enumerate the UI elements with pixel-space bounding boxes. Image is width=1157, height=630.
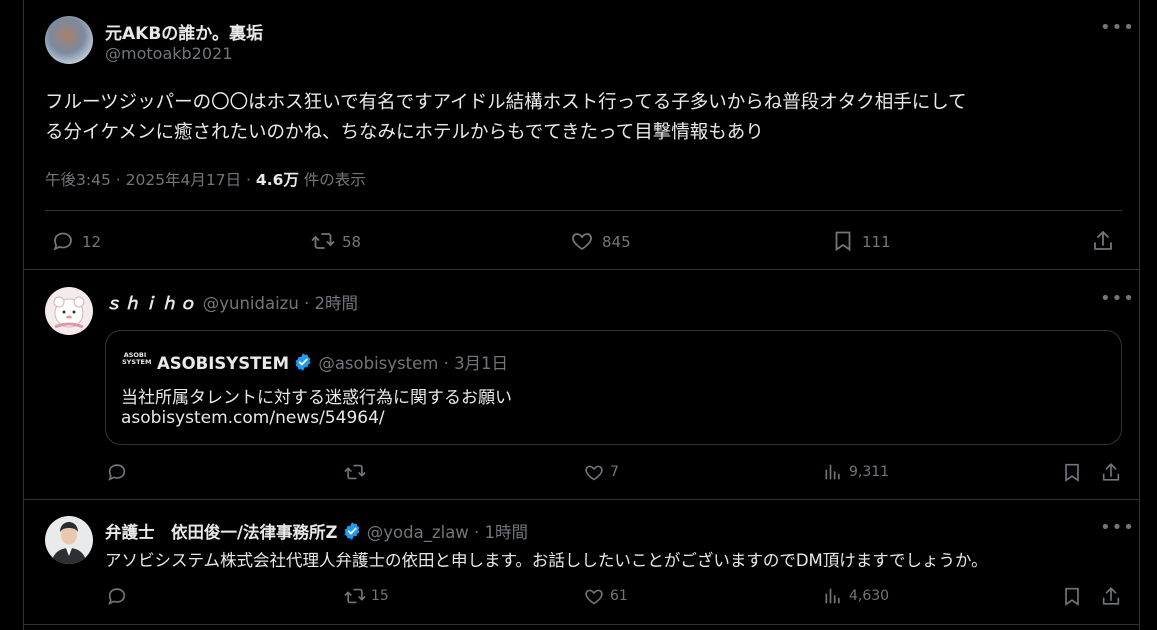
author-handle[interactable]: @motoakb2021 bbox=[105, 44, 232, 63]
views-count: 4,630 bbox=[849, 588, 890, 604]
like-count: 7 bbox=[610, 464, 619, 480]
post-text-line2: る分イケメンに癒されたいのかね、ちなみにホテルからもでてきたって目撃情報もあり bbox=[45, 122, 764, 143]
views-icon[interactable] bbox=[823, 586, 843, 606]
repost-count: 15 bbox=[371, 588, 389, 604]
quote-logo: ASOBI SYSTEM bbox=[122, 352, 152, 366]
like-count: 845 bbox=[602, 233, 631, 251]
reply-header: ｓｈｉｈｏ @yunidaizu · 2時間 bbox=[105, 290, 358, 314]
more-options-icon[interactable]: ••• bbox=[1100, 290, 1135, 308]
share-icon[interactable] bbox=[1091, 228, 1115, 254]
views-count: 4.6万 bbox=[255, 171, 299, 189]
divider bbox=[24, 499, 1139, 500]
like-icon[interactable] bbox=[583, 586, 605, 607]
share-icon[interactable] bbox=[1100, 585, 1122, 608]
views-label: 件の表示 bbox=[298, 171, 366, 189]
like-count: 61 bbox=[610, 588, 628, 604]
repost-count: 58 bbox=[342, 233, 362, 251]
reply-text: アソビシステム株式会社代理人弁護士の依田と申します。お話ししたいことがございます… bbox=[105, 551, 988, 570]
views-icon[interactable] bbox=[823, 462, 843, 482]
quote-author-handle: @asobisystem bbox=[318, 354, 439, 373]
verified-badge-icon bbox=[293, 352, 313, 376]
reply-icon[interactable] bbox=[106, 585, 128, 607]
post-text-line1: フルーツジッパーの〇〇はホス狂いで有名ですアイドル結構ホスト行ってる子多いからね… bbox=[45, 92, 967, 113]
views-count: 9,311 bbox=[849, 464, 890, 480]
reply-count: 12 bbox=[82, 233, 102, 251]
post-time[interactable]: · 2時間 bbox=[299, 294, 358, 313]
avatar[interactable] bbox=[45, 287, 93, 335]
bookmark-icon[interactable] bbox=[831, 228, 855, 254]
repost-icon[interactable] bbox=[343, 585, 367, 607]
share-icon[interactable] bbox=[1100, 461, 1122, 484]
reply-icon[interactable] bbox=[106, 461, 128, 483]
author-name[interactable]: 弁護士 依田俊一/法律事務所Z bbox=[105, 523, 338, 542]
avatar[interactable] bbox=[45, 16, 93, 64]
repost-icon[interactable] bbox=[309, 229, 337, 253]
divider bbox=[24, 269, 1139, 270]
quote-date: · 3月1日 bbox=[438, 354, 509, 373]
like-icon[interactable] bbox=[569, 229, 595, 253]
divider bbox=[45, 210, 1122, 211]
author-name[interactable]: ｓｈｉｈｏ bbox=[105, 294, 198, 313]
post-timestamp[interactable]: 午後3:45 · 2025年4月17日 · bbox=[45, 171, 256, 189]
more-options-icon[interactable]: ••• bbox=[1100, 519, 1135, 537]
timeline-column: 元AKBの誰か。裏垢 @motoakb2021 ••• フルーツジッパーの〇〇は… bbox=[23, 0, 1140, 630]
more-options-icon[interactable]: ••• bbox=[1100, 19, 1135, 37]
quote-text-line1: 当社所属タレントに対する迷惑行為に関するお願い bbox=[121, 388, 512, 408]
quote-card[interactable]: ASOBI SYSTEM ASOBISYSTEM @asobisystem · … bbox=[105, 330, 1122, 445]
reply-icon[interactable] bbox=[50, 229, 76, 253]
bookmark-icon[interactable] bbox=[1061, 461, 1083, 484]
quote-author-name: ASOBISYSTEM bbox=[157, 354, 290, 373]
bookmark-icon[interactable] bbox=[1061, 585, 1083, 608]
quote-header: ASOBISYSTEM @asobisystem · 3月1日 bbox=[157, 350, 508, 376]
bookmark-count: 111 bbox=[862, 233, 891, 251]
post-time[interactable]: · 1時間 bbox=[469, 523, 528, 542]
reply-header: 弁護士 依田俊一/法律事務所Z @yoda_zlaw · 1時間 bbox=[105, 519, 528, 545]
author-handle[interactable]: @yoda_zlaw bbox=[367, 523, 469, 542]
divider bbox=[24, 624, 1139, 625]
repost-icon[interactable] bbox=[343, 461, 367, 483]
quote-logo-line2: SYSTEM bbox=[122, 358, 152, 366]
author-handle[interactable]: @yunidaizu bbox=[203, 294, 299, 313]
avatar[interactable] bbox=[45, 516, 93, 564]
post-meta: 午後3:45 · 2025年4月17日 · 4.6万 件の表示 bbox=[45, 168, 366, 190]
author-name[interactable]: 元AKBの誰か。裏垢 bbox=[105, 19, 263, 44]
like-icon[interactable] bbox=[583, 462, 605, 483]
quote-link[interactable]: asobisystem.com/news/54964/ bbox=[121, 408, 385, 428]
verified-badge-icon bbox=[342, 521, 362, 545]
